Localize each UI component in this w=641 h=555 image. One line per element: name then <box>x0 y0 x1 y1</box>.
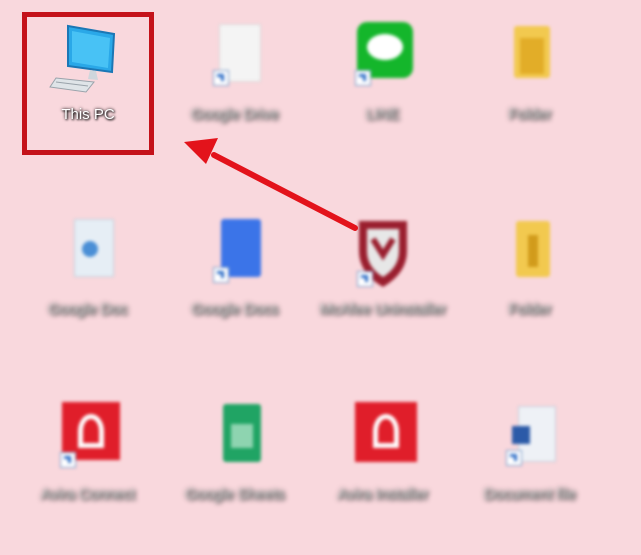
avira-icon <box>48 400 128 480</box>
icon-label: Google Sheets <box>185 486 285 503</box>
desktop-icon-folder-2[interactable]: Folder <box>455 215 605 319</box>
word-document-icon <box>490 400 570 480</box>
icon-label: Google Drive <box>191 106 279 123</box>
desktop-icon-google-sheets[interactable]: Google Sheets <box>160 400 310 504</box>
desktop-icon-avira-installer[interactable]: Avira Installer <box>308 400 458 504</box>
icon-label: LINE <box>366 106 400 123</box>
shortcut-arrow-icon <box>506 450 522 466</box>
desktop-icon-google-drive[interactable]: Google Drive <box>160 20 310 124</box>
document-file-icon <box>195 20 275 100</box>
desktop-icon-folder[interactable]: Folder <box>455 20 605 124</box>
shortcut-arrow-icon <box>357 271 373 287</box>
shortcut-arrow-icon <box>213 70 229 86</box>
google-docs-icon <box>195 215 275 295</box>
folder-icon <box>490 20 570 100</box>
desktop-icon-line[interactable]: LINE <box>308 20 458 124</box>
icon-label: Avira Connect <box>41 486 135 503</box>
icon-label: Google Doc <box>48 301 128 318</box>
desktop-icon-mcafee[interactable]: McAfee Uninstaller <box>308 215 458 319</box>
folder-icon <box>490 215 570 295</box>
icon-label: McAfee Uninstaller <box>320 301 446 318</box>
generic-file-icon <box>48 215 128 295</box>
icon-label: Folder <box>508 106 552 123</box>
shortcut-arrow-icon <box>355 70 371 86</box>
icon-label: Avira Installer <box>337 486 429 503</box>
desktop: This PC Google Drive LINE Folder Google … <box>0 0 641 555</box>
mcafee-shield-icon <box>343 215 423 295</box>
highlight-box <box>22 12 154 155</box>
shortcut-arrow-icon <box>60 452 76 468</box>
line-app-icon <box>343 20 423 100</box>
shortcut-arrow-icon <box>213 267 229 283</box>
avira-icon <box>343 400 423 480</box>
desktop-icon-google-docs[interactable]: Google Docs <box>160 215 310 319</box>
icon-label: Document file <box>484 486 576 503</box>
desktop-icon-document[interactable]: Document file <box>455 400 605 504</box>
desktop-icon-avira-connect[interactable]: Avira Connect <box>13 400 163 504</box>
google-sheets-icon <box>195 400 275 480</box>
icon-label: Folder <box>508 301 552 318</box>
desktop-icon-google-doc[interactable]: Google Doc <box>13 215 163 319</box>
icon-label: Google Docs <box>191 301 279 318</box>
